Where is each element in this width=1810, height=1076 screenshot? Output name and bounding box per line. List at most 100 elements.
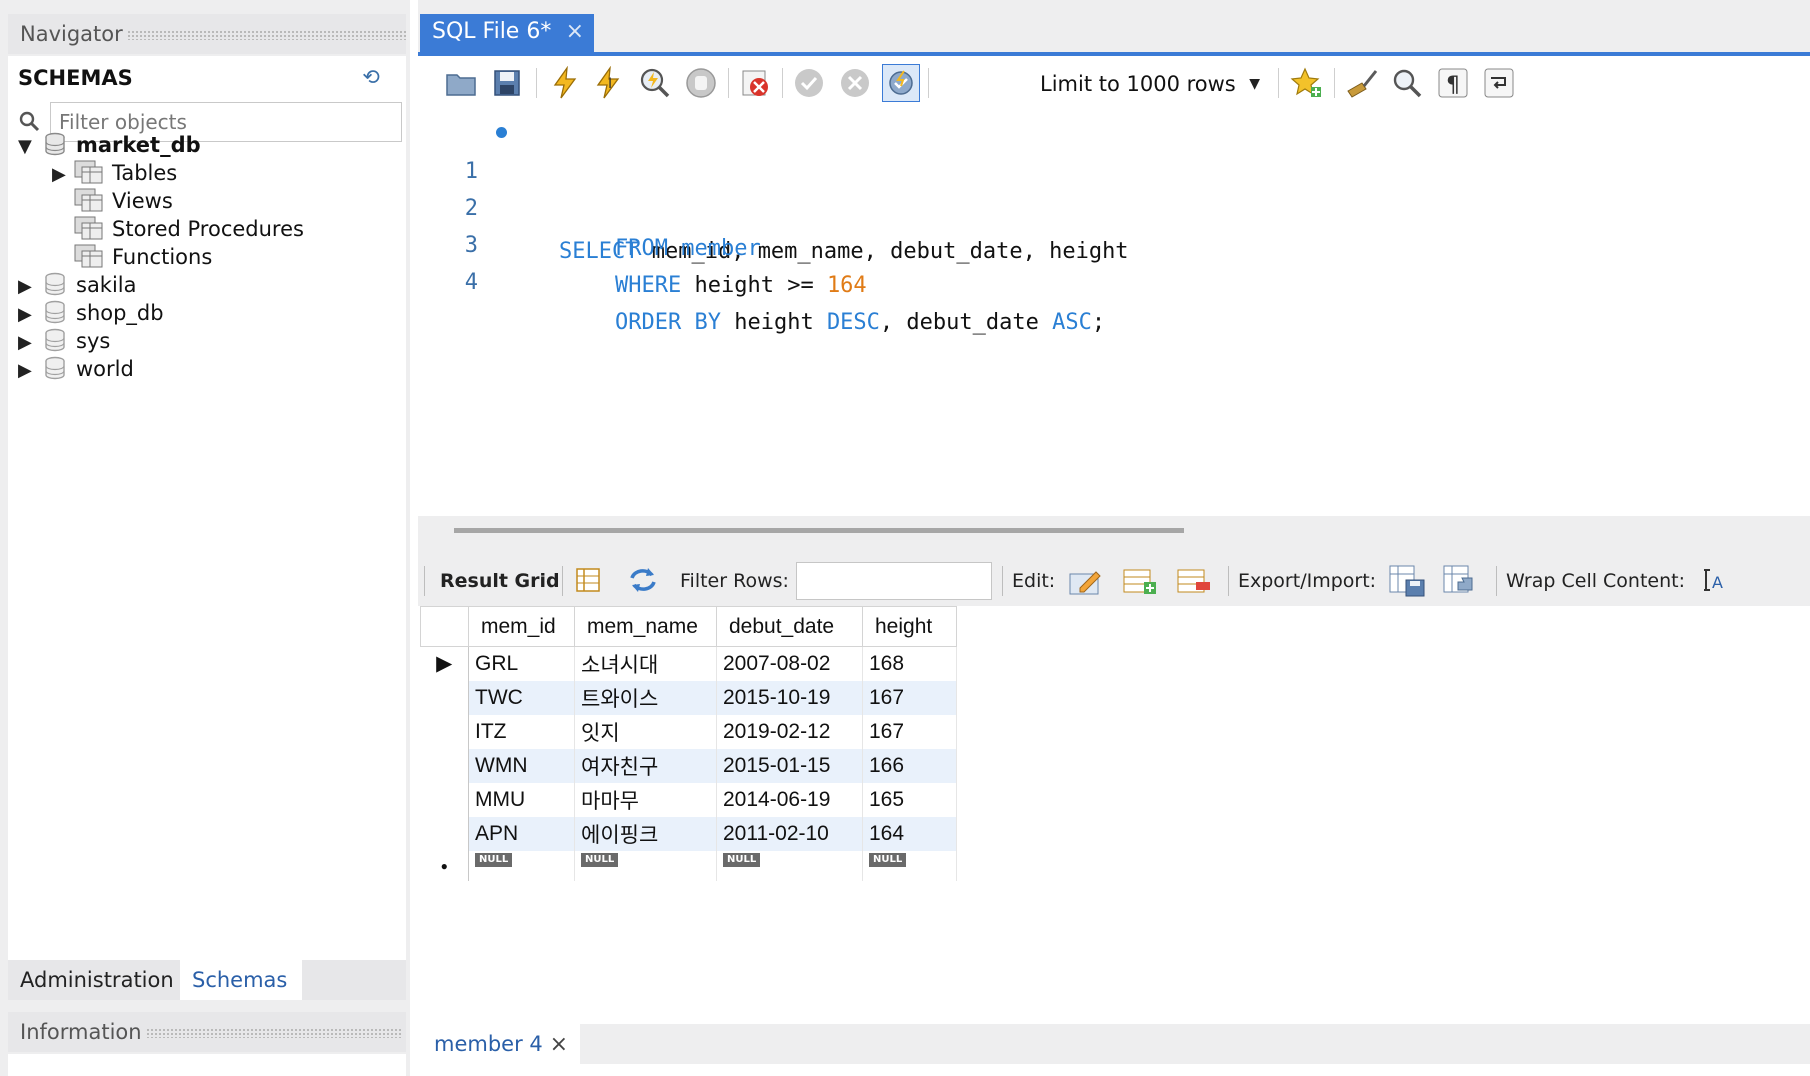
cell-mem-id[interactable]: ITZ <box>468 714 575 749</box>
execute-current-button[interactable]: I <box>590 64 628 102</box>
editor-tab-bar: SQL File 6* × <box>418 0 1810 56</box>
cell-mem-id[interactable]: GRL <box>468 646 575 681</box>
toolbar-separator <box>928 68 929 98</box>
edit-row-button[interactable] <box>1068 566 1104 603</box>
import-button[interactable] <box>1442 564 1480 605</box>
cell-debut-date[interactable]: 2014-06-19 <box>716 782 863 817</box>
collapse-arrow-icon[interactable]: ▼ <box>18 132 40 162</box>
cell-height[interactable]: 166 <box>862 748 957 783</box>
cell-mem-name[interactable]: 잇지 <box>574 714 717 749</box>
word-wrap-button[interactable] <box>1480 64 1518 102</box>
cell-height[interactable]: NULL <box>862 850 957 881</box>
grid-layout-button[interactable] <box>574 566 602 601</box>
column-header[interactable]: mem_name <box>574 606 717 647</box>
export-import-label: Export/Import: <box>1238 570 1377 592</box>
expand-arrow-icon[interactable]: ▶ <box>52 160 74 190</box>
cell-height[interactable]: 165 <box>862 782 957 817</box>
result-grid-tab[interactable]: Result Grid <box>440 568 560 594</box>
export-button[interactable] <box>1388 564 1426 605</box>
beautify-button[interactable] <box>1342 64 1380 102</box>
table-row[interactable]: APN 에이핑크 2011-02-10 164 <box>420 816 957 851</box>
close-icon[interactable]: × <box>566 14 584 50</box>
sql-keyword: WHERE <box>615 273 682 298</box>
find-button[interactable] <box>1388 64 1426 102</box>
new-row[interactable]: ● NULL NULL NULL NULL <box>420 850 957 881</box>
cell-mem-id[interactable]: WMN <box>468 748 575 783</box>
cell-mem-name[interactable]: NULL <box>574 850 717 881</box>
cell-height[interactable]: 167 <box>862 714 957 749</box>
toolbar-separator <box>1228 566 1229 596</box>
cell-debut-date[interactable]: 2015-01-15 <box>716 748 863 783</box>
toolbar-separator <box>536 68 537 98</box>
tree-item-views[interactable]: Views <box>74 186 173 216</box>
tree-label: Views <box>112 189 173 213</box>
table-row[interactable]: WMN 여자친구 2015-01-15 166 <box>420 748 957 783</box>
tree-item-functions[interactable]: Functions <box>74 242 212 272</box>
expand-arrow-icon[interactable]: ▶ <box>18 356 40 386</box>
horizontal-scrollbar[interactable] <box>454 528 1184 533</box>
cell-height[interactable]: 168 <box>862 646 957 681</box>
editor-splitter[interactable] <box>418 516 1810 556</box>
cell-mem-name[interactable]: 에이핑크 <box>574 816 717 851</box>
cell-debut-date[interactable]: NULL <box>716 850 863 881</box>
column-header[interactable]: height <box>862 606 957 647</box>
cell-mem-id[interactable]: APN <box>468 816 575 851</box>
refresh-results-button[interactable] <box>628 566 658 601</box>
commit-button[interactable] <box>790 64 828 102</box>
table-row[interactable]: TWC 트와이스 2015-10-19 167 <box>420 680 957 715</box>
tab-schemas[interactable]: Schemas <box>180 960 302 1000</box>
stop-hand-icon <box>686 68 716 98</box>
delete-row-button[interactable] <box>1176 566 1212 603</box>
refresh-icon[interactable]: ⟲ <box>358 64 384 90</box>
cell-debut-date[interactable]: 2019-02-12 <box>716 714 863 749</box>
cell-mem-name[interactable]: 마마무 <box>574 782 717 817</box>
schema-shop-db[interactable]: ▶ shop_db <box>18 298 164 328</box>
cell-mem-id[interactable]: TWC <box>468 680 575 715</box>
cell-mem-id[interactable]: MMU <box>468 782 575 817</box>
stop-button[interactable] <box>682 64 720 102</box>
database-icon <box>45 300 65 324</box>
tab-administration[interactable]: Administration <box>8 960 180 1000</box>
tab-result-member[interactable]: member 4 × <box>418 1024 580 1064</box>
table-row[interactable]: ITZ 잇지 2019-02-12 167 <box>420 714 957 749</box>
cell-debut-date[interactable]: 2011-02-10 <box>716 816 863 851</box>
sql-number: 164 <box>826 273 867 298</box>
cell-height[interactable]: 164 <box>862 816 957 851</box>
cell-mem-name[interactable]: 소녀시대 <box>574 646 717 681</box>
rollback-button[interactable] <box>836 64 874 102</box>
column-header[interactable]: mem_id <box>468 606 575 647</box>
table-row[interactable]: ▶ GRL 소녀시대 2007-08-02 168 <box>420 646 957 681</box>
column-header[interactable]: debut_date <box>716 606 863 647</box>
wrap-cell-button[interactable]: A <box>1702 566 1728 601</box>
table-row[interactable]: MMU 마마무 2014-06-19 165 <box>420 782 957 817</box>
cell-mem-name[interactable]: 트와이스 <box>574 680 717 715</box>
schema-sakila[interactable]: ▶ sakila <box>18 270 137 300</box>
tab-sql-file[interactable]: SQL File 6* × <box>420 14 594 52</box>
schema-world[interactable]: ▶ world <box>18 354 134 384</box>
cell-mem-id[interactable]: NULL <box>468 850 575 881</box>
schema-sys[interactable]: ▶ sys <box>18 326 110 356</box>
filter-rows-input[interactable] <box>796 562 992 600</box>
invisible-chars-button[interactable]: ¶ <box>1434 64 1472 102</box>
cell-height[interactable]: 167 <box>862 680 957 715</box>
explain-button[interactable] <box>636 64 674 102</box>
execute-button[interactable] <box>546 64 584 102</box>
sql-editor[interactable]: 1 SELECT mem_id, mem_name, debut_date, h… <box>418 112 1810 516</box>
save-button[interactable] <box>488 64 526 102</box>
add-snippet-button[interactable] <box>1288 64 1326 102</box>
limit-rows-select[interactable]: Limit to 1000 rows ▼ <box>1030 66 1270 102</box>
tree-item-stored-procedures[interactable]: Stored Procedures <box>74 214 304 244</box>
add-row-button[interactable] <box>1122 566 1158 603</box>
cell-debut-date[interactable]: 2007-08-02 <box>716 646 863 681</box>
stop-on-error-toggle[interactable] <box>736 64 774 102</box>
add-row-icon <box>1123 569 1156 594</box>
autocommit-toggle[interactable] <box>882 64 920 102</box>
open-file-button[interactable] <box>442 64 480 102</box>
tree-item-tables[interactable]: ▶ Tables <box>52 158 177 188</box>
cell-mem-name[interactable]: 여자친구 <box>574 748 717 783</box>
database-icon <box>45 132 65 156</box>
sql-text: , debut_date <box>879 310 1053 335</box>
cell-debut-date[interactable]: 2015-10-19 <box>716 680 863 715</box>
close-icon[interactable]: × <box>550 1025 568 1065</box>
schema-market-db[interactable]: ▼ market_db <box>18 130 201 160</box>
